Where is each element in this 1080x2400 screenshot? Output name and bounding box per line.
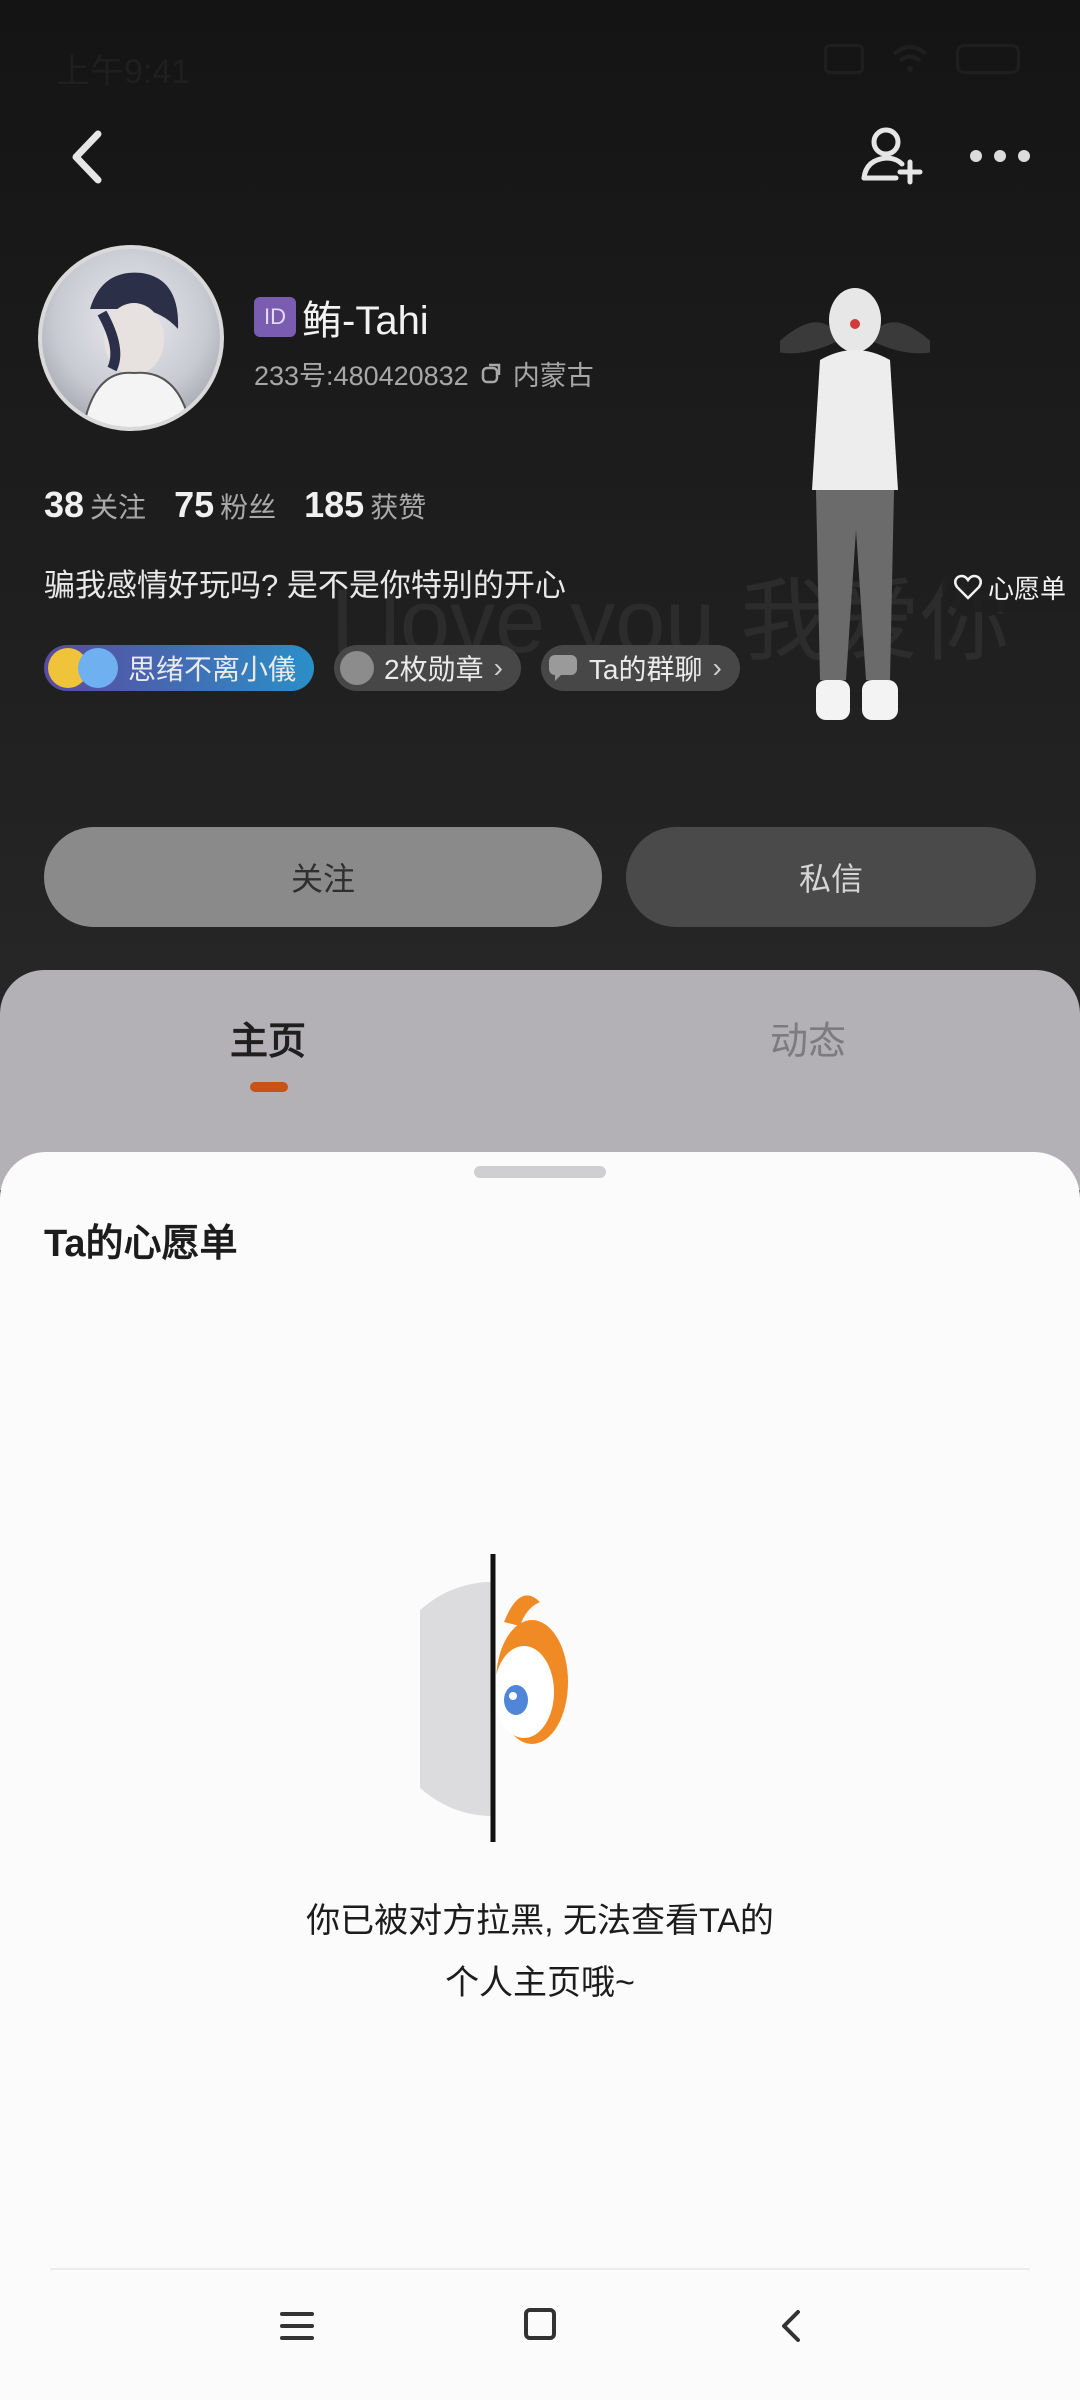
wishlist-button[interactable]: 心愿单 [942, 562, 1080, 612]
battery-icon [956, 44, 1020, 74]
badge-chip[interactable]: 思绪不离小儀 [44, 645, 315, 691]
more-dots-icon[interactable] [970, 136, 1040, 176]
group-chat-chip[interactable]: Ta的群聊 › [540, 645, 740, 691]
bio: 骗我感情好玩吗? 是不是你特别的开心 [44, 568, 566, 603]
tab-dynamic[interactable]: 动态 [770, 1010, 846, 1065]
status-time: 上午9:41 [56, 53, 191, 91]
group-chip-label: Ta的群聊 [588, 654, 703, 685]
status-icons [824, 44, 1020, 74]
sim-icon [824, 44, 864, 74]
stat-value: 185 [304, 484, 365, 525]
stat-likes[interactable]: 185 获赞 [304, 484, 426, 526]
message-button[interactable]: 私信 [626, 827, 1036, 927]
copy-icon[interactable] [479, 362, 503, 386]
chip-row: 思绪不离小儀 2枚勋章 › Ta的群聊 › [44, 645, 740, 691]
chevron-right-icon: › [712, 652, 722, 683]
tab-indicator [250, 1082, 288, 1092]
avatar-3d-figure [780, 288, 930, 720]
chevron-right-icon: › [493, 652, 503, 683]
medal-icon [340, 651, 375, 685]
stat-label: 粉丝 [220, 492, 277, 523]
stat-value: 75 [174, 484, 215, 525]
blocked-line-1: 你已被对方拉黑, 无法查看TA的 [306, 1902, 774, 1940]
wishlist-sheet: Ta的心愿单 你已被对方拉黑, 无法查看TA的 个人主页哦~ [0, 1152, 1080, 2400]
follow-button[interactable]: 关注 [44, 827, 602, 927]
peeking-mascot-icon [420, 1554, 568, 1842]
medals-chip-label: 2枚勋章 [384, 654, 484, 685]
medals-chip[interactable]: 2枚勋章 › [334, 645, 521, 691]
badge-emoji-icons [48, 648, 118, 688]
status-bar: 上午9:41 [0, 0, 1080, 120]
add-friend-icon[interactable] [856, 120, 926, 190]
stat-value: 38 [44, 484, 85, 525]
badge-chip-label: 思绪不离小儀 [128, 654, 297, 685]
account-number: 233号:480420832 [254, 361, 469, 391]
chat-bubble-icon [548, 655, 577, 681]
blocked-message: 你已被对方拉黑, 无法查看TA的 个人主页哦~ [0, 1890, 1080, 2014]
back-chevron-icon[interactable] [60, 122, 120, 192]
id-badge: ID [254, 297, 296, 337]
nickname: 鲔-Tahi [302, 299, 429, 343]
nav-divider [50, 2268, 1030, 2270]
sheet-drag-handle[interactable] [474, 1166, 606, 1178]
avatar-character-icon [82, 272, 192, 427]
stat-label: 获赞 [370, 492, 427, 523]
stats-row: 38 关注 75 粉丝 185 获赞 [44, 484, 426, 526]
heart-icon [954, 574, 982, 600]
back-triangle-icon[interactable] [772, 2306, 812, 2346]
system-nav-bar [0, 2290, 1080, 2380]
name-row: ID 鲔-Tahi [254, 288, 429, 346]
location: 内蒙古 [512, 361, 594, 391]
wifi-icon [892, 45, 928, 72]
sheet-title: Ta的心愿单 [44, 1223, 238, 1265]
avatar[interactable] [38, 245, 224, 431]
account-meta: 233号:480420832 内蒙古 [254, 354, 594, 393]
wishlist-label: 心愿单 [988, 573, 1067, 604]
profile-screen: 上午9:41 ID 鲔-Tahi 233号:480420832 内蒙古 38 关… [0, 0, 1080, 2400]
tab-home[interactable]: 主页 [230, 1010, 306, 1065]
home-square-icon[interactable] [524, 2308, 556, 2340]
stat-followers[interactable]: 75 粉丝 [174, 484, 276, 526]
stat-following[interactable]: 38 关注 [44, 484, 146, 526]
menu-icon[interactable] [280, 2312, 314, 2342]
stat-label: 关注 [90, 492, 147, 523]
blocked-line-2: 个人主页哦~ [445, 1964, 635, 2002]
